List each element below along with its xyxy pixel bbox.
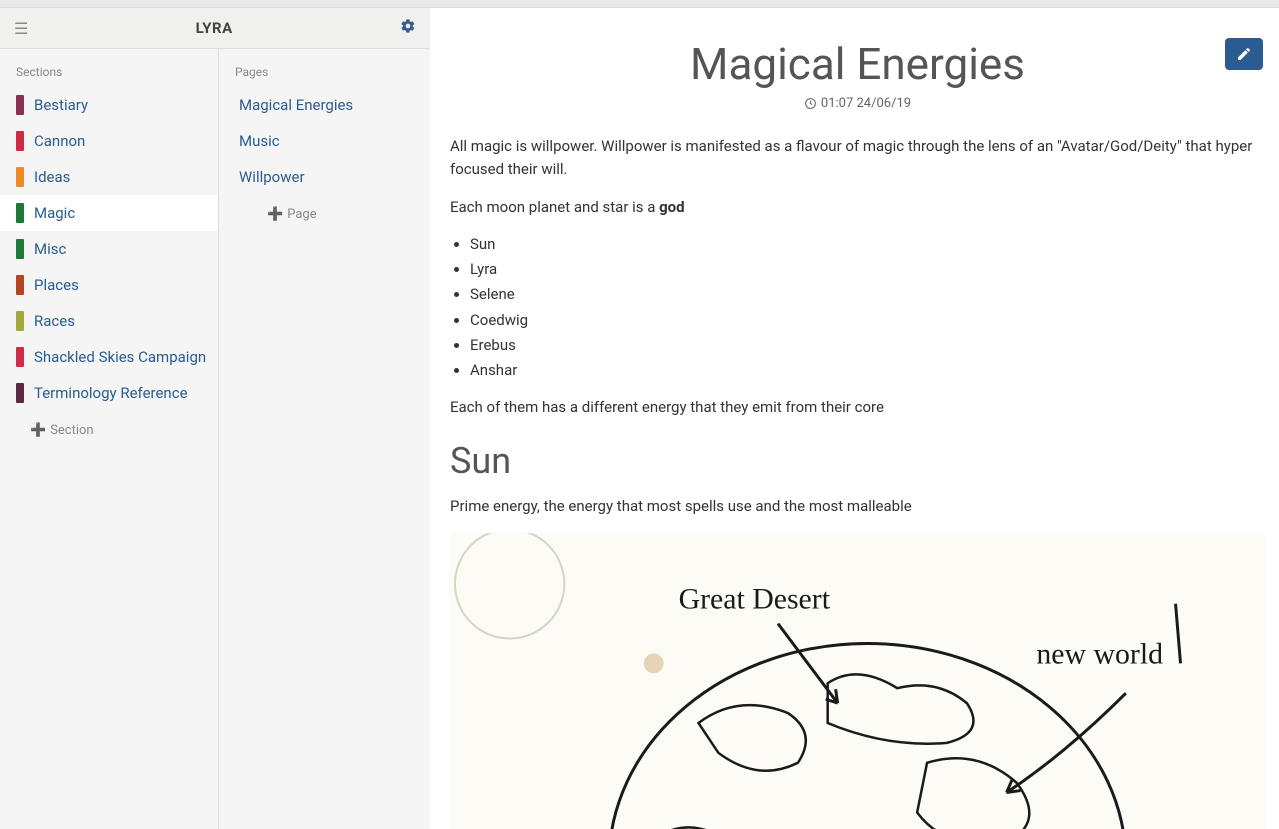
section-label: Places — [34, 276, 79, 294]
pages-label: Pages — [219, 61, 430, 87]
section-label: Misc — [34, 240, 66, 258]
timestamp: 01:07 24/06/19 — [450, 96, 1265, 111]
section-color-swatch — [16, 311, 24, 331]
add-page-label: Page — [287, 207, 316, 222]
section-color-swatch — [16, 95, 24, 115]
section-label: Ideas — [34, 168, 70, 186]
section-item-magic[interactable]: Magic — [0, 195, 218, 231]
sketch-label-newworld: new world — [1036, 637, 1163, 670]
page-item-music[interactable]: Music — [219, 123, 430, 159]
moon-line: Each moon planet and star is a god — [450, 196, 1265, 219]
add-section-button[interactable]: ➕ Section — [0, 411, 218, 446]
page-item-magical-energies[interactable]: Magical Energies — [219, 87, 430, 123]
sketch-image: Great Desert new world — [450, 533, 1265, 829]
section-color-swatch — [16, 239, 24, 259]
energy-line: Each of them has a different energy that… — [450, 396, 1265, 419]
page-title: Magical Energies — [450, 38, 1265, 90]
edit-button[interactable] — [1225, 38, 1263, 70]
plus-icon: ➕ — [30, 423, 46, 438]
sections-label: Sections — [0, 61, 218, 87]
section-color-swatch — [16, 275, 24, 295]
pages-column: Pages Magical EnergiesMusicWillpower ➕ P… — [218, 49, 430, 829]
section-label: Bestiary — [34, 96, 88, 114]
sun-description: Prime energy, the energy that most spell… — [450, 495, 1265, 518]
page-body: All magic is willpower. Willpower is man… — [450, 135, 1265, 829]
section-item-ideas[interactable]: Ideas — [0, 159, 218, 195]
sidebar: ☰ LYRA Sections Bestiary Cannon Ideas Magic… — [0, 8, 430, 829]
section-item-misc[interactable]: Misc — [0, 231, 218, 267]
section-item-cannon[interactable]: Cannon — [0, 123, 218, 159]
section-label: Magic — [34, 204, 75, 222]
sun-heading: Sun — [450, 434, 1265, 490]
add-section-label: Section — [50, 423, 93, 438]
list-item: Erebus — [470, 334, 1265, 357]
timestamp-text: 01:07 24/06/19 — [821, 96, 911, 111]
list-item: Coedwig — [470, 309, 1265, 332]
section-item-races[interactable]: Races — [0, 303, 218, 339]
gear-icon[interactable] — [400, 18, 416, 38]
section-label: Shackled Skies Campaign — [34, 348, 206, 366]
section-color-swatch — [16, 347, 24, 367]
list-item: Anshar — [470, 359, 1265, 382]
section-item-places[interactable]: Places — [0, 267, 218, 303]
plus-icon: ➕ — [267, 207, 283, 222]
list-item: Selene — [470, 283, 1265, 306]
list-item: Sun — [470, 233, 1265, 256]
section-color-swatch — [16, 203, 24, 223]
section-item-terminology-reference[interactable]: Terminology Reference — [0, 375, 218, 411]
section-item-bestiary[interactable]: Bestiary — [0, 87, 218, 123]
clock-icon — [804, 97, 817, 110]
section-color-swatch — [16, 167, 24, 187]
main-content: Magical Energies 01:07 24/06/19 All magi… — [430, 8, 1279, 829]
add-page-button[interactable]: ➕ Page — [219, 195, 430, 230]
intro-paragraph: All magic is willpower. Willpower is man… — [450, 135, 1265, 182]
app-title: LYRA — [196, 19, 233, 37]
sketch-label-desert: Great Desert — [679, 582, 831, 615]
section-label: Cannon — [34, 132, 85, 150]
page-item-willpower[interactable]: Willpower — [219, 159, 430, 195]
pencil-icon — [1236, 46, 1252, 62]
list-item: Lyra — [470, 258, 1265, 281]
sections-column: Sections Bestiary Cannon Ideas Magic Misc Pla… — [0, 49, 218, 829]
section-color-swatch — [16, 383, 24, 403]
section-label: Terminology Reference — [34, 384, 188, 402]
section-color-swatch — [16, 131, 24, 151]
sidebar-header: ☰ LYRA — [0, 8, 430, 49]
section-item-shackled-skies-campaign[interactable]: Shackled Skies Campaign — [0, 339, 218, 375]
section-label: Races — [34, 312, 75, 330]
menu-icon[interactable]: ☰ — [14, 19, 28, 38]
gods-list: SunLyraSelene CoedwigErebusAnshar — [470, 233, 1265, 383]
